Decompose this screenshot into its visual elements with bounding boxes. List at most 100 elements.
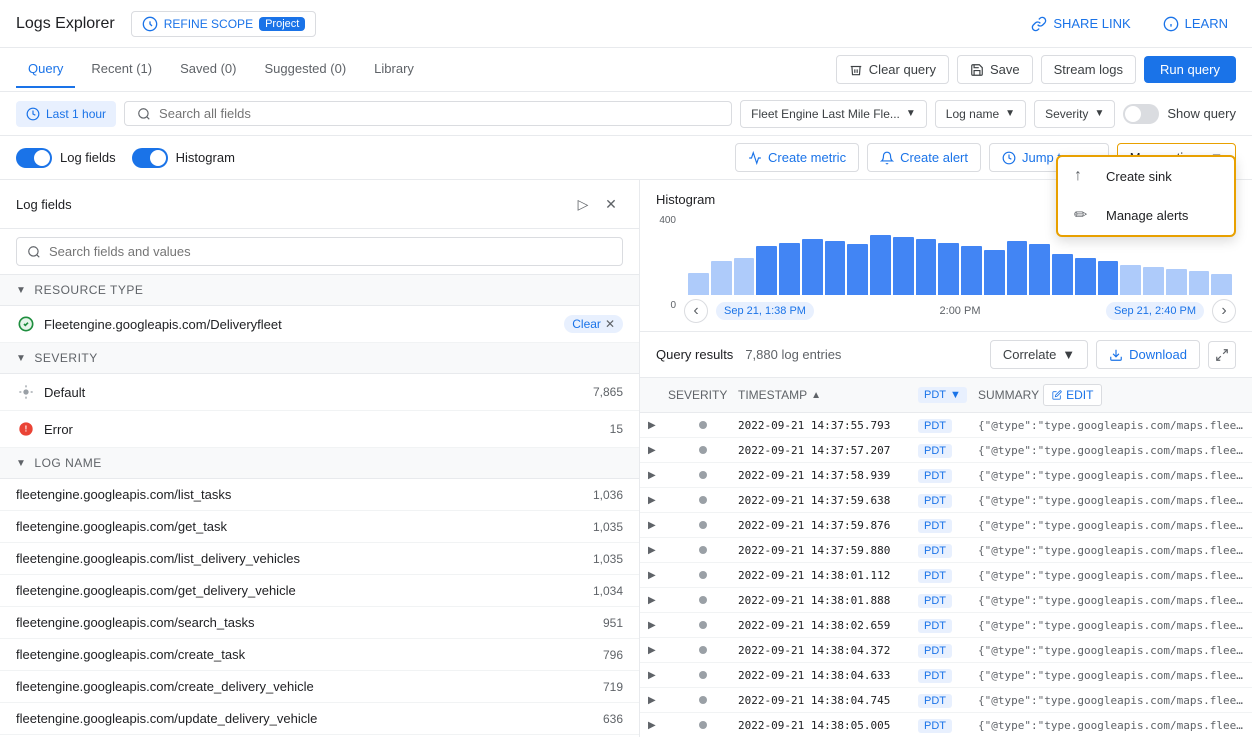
resource-type-item[interactable]: Fleetengine.googleapis.com/Deliveryfleet… bbox=[0, 306, 639, 343]
log-name-section-header[interactable]: ▼ LOG NAME bbox=[0, 448, 639, 479]
severity-filter-button[interactable]: Severity ▼ bbox=[1034, 100, 1115, 128]
top-nav-right: SHARE LINK LEARN bbox=[1023, 12, 1236, 36]
expand-panel-button[interactable]: ▷ bbox=[571, 192, 595, 216]
time-icon bbox=[26, 107, 40, 121]
log-name-item[interactable]: fleetengine.googleapis.com/update_delive… bbox=[0, 703, 639, 735]
row-severity bbox=[668, 671, 738, 679]
log-fields-switch[interactable] bbox=[16, 148, 52, 168]
row-expand-icon[interactable]: ▶ bbox=[648, 570, 668, 581]
create-alert-button[interactable]: Create alert bbox=[867, 143, 981, 172]
severity-error-item[interactable]: ! Error 15 bbox=[0, 411, 639, 448]
table-row[interactable]: ▶ 2022-09-21 14:38:01.112 PDT {"@type":"… bbox=[640, 563, 1252, 588]
chevron-down-icon: ▼ bbox=[16, 353, 26, 364]
run-query-button[interactable]: Run query bbox=[1144, 56, 1236, 83]
row-summary: {"@type":"type.googleapis.com/maps.fleet… bbox=[978, 494, 1244, 507]
row-expand-icon[interactable]: ▶ bbox=[648, 520, 668, 531]
create-sink-item[interactable]: ↑ Create sink bbox=[1058, 157, 1234, 195]
refine-scope-button[interactable]: REFINE SCOPE Project bbox=[131, 11, 317, 37]
save-button[interactable]: Save bbox=[957, 55, 1033, 84]
severity-section-header[interactable]: ▼ SEVERITY bbox=[0, 343, 639, 374]
row-severity bbox=[668, 596, 738, 604]
download-button[interactable]: Download bbox=[1096, 340, 1200, 369]
log-name-item[interactable]: fleetengine.googleapis.com/search_tasks … bbox=[0, 607, 639, 639]
log-name-item[interactable]: fleetengine.googleapis.com/get_delivery_… bbox=[0, 575, 639, 607]
row-expand-icon[interactable]: ▶ bbox=[648, 420, 668, 431]
chevron-down-icon: ▼ bbox=[906, 108, 916, 119]
toggle-knob bbox=[34, 150, 50, 166]
create-metric-button[interactable]: Create metric bbox=[735, 143, 859, 172]
log-name-item[interactable]: fleetengine.googleapis.com/list_tasks 1,… bbox=[0, 479, 639, 511]
histogram-bar bbox=[916, 239, 937, 295]
tab-library[interactable]: Library bbox=[362, 51, 426, 88]
histogram-prev-button[interactable]: ‹ bbox=[684, 299, 708, 323]
histogram-bar bbox=[1211, 274, 1232, 295]
row-expand-icon[interactable]: ▶ bbox=[648, 720, 668, 731]
clear-resource-x[interactable]: ✕ bbox=[605, 317, 615, 331]
row-expand-icon[interactable]: ▶ bbox=[648, 695, 668, 706]
row-summary: {"@type":"type.googleapis.com/maps.fleet… bbox=[978, 669, 1244, 682]
log-name-filter-button[interactable]: Log name ▼ bbox=[935, 100, 1026, 128]
table-row[interactable]: ▶ 2022-09-21 14:38:04.633 PDT {"@type":"… bbox=[640, 663, 1252, 688]
time-range-button[interactable]: Last 1 hour bbox=[16, 101, 116, 127]
histogram-bar bbox=[984, 250, 1005, 295]
row-expand-icon[interactable]: ▶ bbox=[648, 645, 668, 656]
table-row[interactable]: ▶ 2022-09-21 14:38:02.659 PDT {"@type":"… bbox=[640, 613, 1252, 638]
table-row[interactable]: ▶ 2022-09-21 14:37:57.207 PDT {"@type":"… bbox=[640, 438, 1252, 463]
search-icon bbox=[137, 107, 151, 121]
log-name-item[interactable]: fleetengine.googleapis.com/create_delive… bbox=[0, 671, 639, 703]
tab-recent[interactable]: Recent (1) bbox=[79, 51, 164, 88]
expand-table-button[interactable] bbox=[1208, 341, 1236, 369]
table-row[interactable]: ▶ 2022-09-21 14:38:04.372 PDT {"@type":"… bbox=[640, 638, 1252, 663]
row-expand-icon[interactable]: ▶ bbox=[648, 595, 668, 606]
learn-button[interactable]: LEARN bbox=[1155, 12, 1236, 36]
table-row[interactable]: ▶ 2022-09-21 14:37:59.880 PDT {"@type":"… bbox=[640, 538, 1252, 563]
table-row[interactable]: ▶ 2022-09-21 14:38:05.005 PDT {"@type":"… bbox=[640, 713, 1252, 737]
row-expand-icon[interactable]: ▶ bbox=[648, 445, 668, 456]
row-expand-icon[interactable]: ▶ bbox=[648, 545, 668, 556]
tab-bar: Query Recent (1) Saved (0) Suggested (0)… bbox=[0, 48, 1252, 92]
alert-icon bbox=[880, 151, 894, 165]
table-row[interactable]: ▶ 2022-09-21 14:37:59.638 PDT {"@type":"… bbox=[640, 488, 1252, 513]
table-row[interactable]: ▶ 2022-09-21 14:38:04.745 PDT {"@type":"… bbox=[640, 688, 1252, 713]
log-name-item[interactable]: fleetengine.googleapis.com/list_delivery… bbox=[0, 543, 639, 575]
search-input[interactable] bbox=[159, 106, 719, 121]
tab-query[interactable]: Query bbox=[16, 51, 75, 88]
row-expand-icon[interactable]: ▶ bbox=[648, 620, 668, 631]
pdt-dropdown[interactable]: PDT ▼ bbox=[918, 387, 967, 403]
histogram-next-button[interactable]: › bbox=[1212, 299, 1236, 323]
log-name-item[interactable]: fleetengine.googleapis.com/get_task 1,03… bbox=[0, 511, 639, 543]
collapse-panel-button[interactable]: ✕ bbox=[599, 192, 623, 216]
resource-type-section-header[interactable]: ▼ RESOURCE TYPE bbox=[0, 275, 639, 306]
table-row[interactable]: ▶ 2022-09-21 14:37:58.939 PDT {"@type":"… bbox=[640, 463, 1252, 488]
tab-saved[interactable]: Saved (0) bbox=[168, 51, 248, 88]
row-pdt: PDT bbox=[918, 568, 978, 582]
fields-search-input[interactable] bbox=[49, 244, 612, 259]
fleet-engine-filter-button[interactable]: Fleet Engine Last Mile Fle... ▼ bbox=[740, 100, 927, 128]
correlate-button[interactable]: Correlate ▼ bbox=[990, 340, 1088, 369]
table-row[interactable]: ▶ 2022-09-21 14:37:55.793 PDT {"@type":"… bbox=[640, 413, 1252, 438]
share-link-button[interactable]: SHARE LINK bbox=[1023, 12, 1138, 36]
histogram-switch[interactable] bbox=[132, 148, 168, 168]
error-severity-icon: ! bbox=[16, 419, 36, 439]
tab-suggested[interactable]: Suggested (0) bbox=[252, 51, 358, 88]
table-row[interactable]: ▶ 2022-09-21 14:38:01.888 PDT {"@type":"… bbox=[640, 588, 1252, 613]
row-pdt: PDT bbox=[918, 668, 978, 682]
manage-alerts-item[interactable]: ✏ Manage alerts bbox=[1058, 195, 1234, 235]
table-row[interactable]: ▶ 2022-09-21 14:37:59.876 PDT {"@type":"… bbox=[640, 513, 1252, 538]
row-expand-icon[interactable]: ▶ bbox=[648, 470, 668, 481]
metric-icon bbox=[748, 151, 762, 165]
row-expand-icon[interactable]: ▶ bbox=[648, 670, 668, 681]
edit-columns-button[interactable]: EDIT bbox=[1043, 384, 1102, 406]
col-timestamp-header[interactable]: TIMESTAMP ▲ bbox=[738, 388, 918, 402]
clear-resource-badge[interactable]: Clear ✕ bbox=[564, 315, 623, 333]
show-query-switch[interactable] bbox=[1123, 104, 1159, 124]
clear-query-button[interactable]: Clear query bbox=[836, 55, 949, 84]
chevron-down-icon: ▼ bbox=[950, 389, 961, 401]
stream-logs-button[interactable]: Stream logs bbox=[1041, 55, 1136, 84]
row-timestamp: 2022-09-21 14:38:05.005 bbox=[738, 719, 918, 732]
row-timestamp: 2022-09-21 14:37:55.793 bbox=[738, 419, 918, 432]
row-expand-icon[interactable]: ▶ bbox=[648, 495, 668, 506]
log-name-item[interactable]: fleetengine.googleapis.com/create_task 7… bbox=[0, 639, 639, 671]
severity-default-item[interactable]: Default 7,865 bbox=[0, 374, 639, 411]
col-pdt-header[interactable]: PDT ▼ bbox=[918, 387, 978, 403]
